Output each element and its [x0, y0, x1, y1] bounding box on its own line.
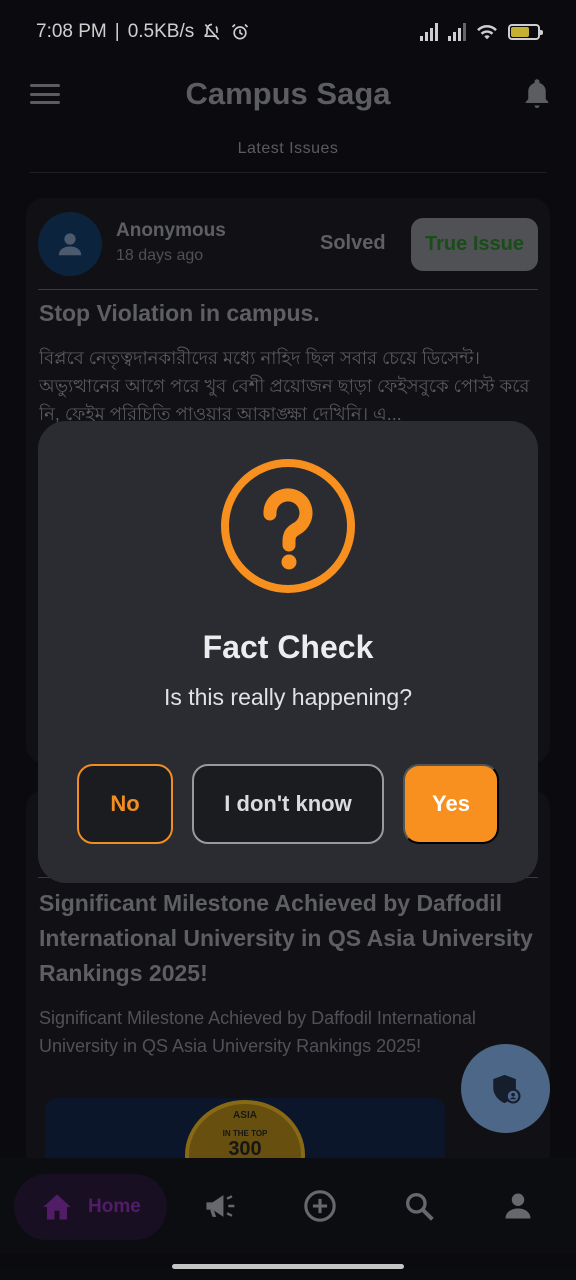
no-button[interactable]: No	[77, 764, 173, 844]
dialog-message: Is this really happening?	[163, 684, 413, 710]
question-icon	[221, 459, 355, 593]
dont-know-button[interactable]: I don't know	[192, 764, 384, 844]
fact-check-dialog: Fact Check Is this really happening? No …	[38, 421, 538, 883]
yes-button[interactable]: Yes	[403, 764, 499, 844]
dialog-title: Fact Check	[202, 629, 374, 665]
